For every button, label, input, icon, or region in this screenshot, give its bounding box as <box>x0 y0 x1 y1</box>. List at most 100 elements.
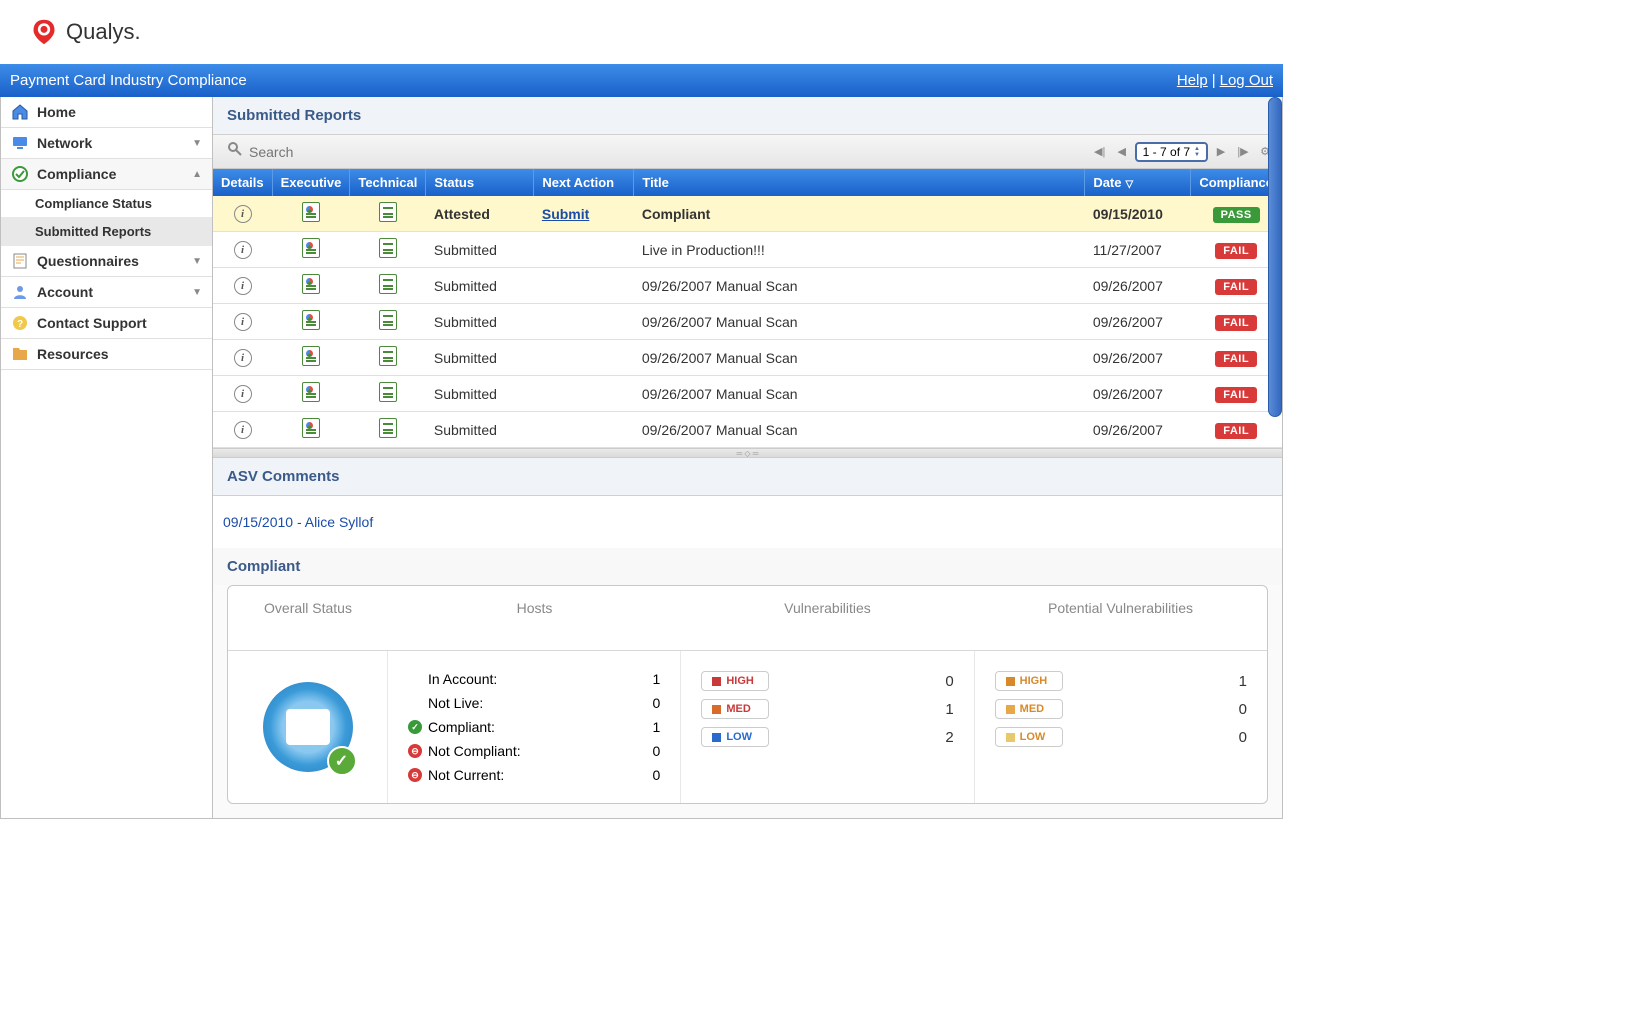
col-technical[interactable]: Technical <box>350 169 426 196</box>
executive-report-icon[interactable] <box>302 310 320 330</box>
section-title: Submitted Reports <box>213 97 1282 135</box>
pager-prev-button[interactable]: ◀ <box>1113 143 1131 161</box>
executive-report-icon[interactable] <box>302 418 320 438</box>
next-action-cell <box>534 304 634 340</box>
vuln-badge-med: MED <box>995 699 1063 719</box>
status-cell: Submitted <box>426 376 534 412</box>
technical-report-icon[interactable] <box>379 202 397 222</box>
table-row[interactable]: i Submitted Live in Production!!! 11/27/… <box>213 232 1282 268</box>
svg-text:?: ? <box>17 319 23 330</box>
col-executive[interactable]: Executive <box>272 169 350 196</box>
sidebar-item-compliance[interactable]: Compliance ▲ <box>1 159 212 190</box>
vuln-badge-high: HIGH <box>995 671 1063 691</box>
questionnaires-icon <box>11 252 29 270</box>
title-cell: 09/26/2007 Manual Scan <box>634 304 1085 340</box>
sidebar-item-submitted-reports[interactable]: Submitted Reports <box>1 218 212 246</box>
info-icon[interactable]: i <box>234 421 252 439</box>
search-input[interactable] <box>249 144 449 160</box>
title-cell: 09/26/2007 Manual Scan <box>634 340 1085 376</box>
vertical-scrollbar[interactable] <box>1268 97 1282 417</box>
pager-next-button[interactable]: ▶ <box>1212 143 1230 161</box>
chevron-down-icon: ▼ <box>192 256 202 267</box>
search-icon <box>227 141 243 162</box>
technical-report-icon[interactable] <box>379 382 397 402</box>
panel-header-hosts: Hosts <box>388 586 681 650</box>
logo-bar: Qualys. <box>0 0 1283 64</box>
table-row[interactable]: i Submitted 09/26/2007 Manual Scan 09/26… <box>213 340 1282 376</box>
status-ring-icon: ✓ <box>263 682 353 772</box>
page-title: Payment Card Industry Compliance <box>10 72 247 89</box>
sidebar-item-home[interactable]: Home <box>1 97 212 128</box>
host-row: In Account:1 <box>408 667 660 691</box>
table-row[interactable]: i Submitted 09/26/2007 Manual Scan 09/26… <box>213 304 1282 340</box>
col-next-action[interactable]: Next Action <box>534 169 634 196</box>
qualys-logo-icon <box>30 18 58 46</box>
col-details[interactable]: Details <box>213 169 272 196</box>
date-cell: 09/15/2010 <box>1085 196 1191 232</box>
executive-report-icon[interactable] <box>302 202 320 222</box>
executive-report-icon[interactable] <box>302 274 320 294</box>
compliance-badge: FAIL <box>1215 279 1257 295</box>
title-cell: 09/26/2007 Manual Scan <box>634 268 1085 304</box>
date-cell: 09/26/2007 <box>1085 304 1191 340</box>
info-icon[interactable]: i <box>234 385 252 403</box>
info-icon[interactable]: i <box>234 313 252 331</box>
status-cell: Submitted <box>426 304 534 340</box>
pager-last-button[interactable]: |▶ <box>1234 143 1252 161</box>
table-row[interactable]: i Attested Submit Compliant 09/15/2010 P… <box>213 196 1282 232</box>
vuln-row: MED0 <box>995 695 1247 723</box>
technical-report-icon[interactable] <box>379 418 397 438</box>
asv-comments-heading: ASV Comments <box>213 458 1282 496</box>
table-row[interactable]: i Submitted 09/26/2007 Manual Scan 09/26… <box>213 412 1282 448</box>
title-cell: 09/26/2007 Manual Scan <box>634 412 1085 448</box>
vuln-badge-high: HIGH <box>701 671 769 691</box>
chevron-down-icon: ▼ <box>192 138 202 149</box>
compliance-badge: FAIL <box>1215 387 1257 403</box>
overall-status-cell: ✓ <box>228 651 388 803</box>
pager-first-button[interactable]: ◀| <box>1091 143 1109 161</box>
date-cell: 09/26/2007 <box>1085 340 1191 376</box>
sidebar-item-account[interactable]: Account ▼ <box>1 277 212 308</box>
compliance-icon <box>11 165 29 183</box>
pager-range-select[interactable]: 1 - 7 of 7 ▲▼ <box>1135 142 1208 162</box>
technical-report-icon[interactable] <box>379 238 397 258</box>
table-row[interactable]: i Submitted 09/26/2007 Manual Scan 09/26… <box>213 376 1282 412</box>
compliant-heading: Compliant <box>213 548 1282 585</box>
technical-report-icon[interactable] <box>379 274 397 294</box>
info-icon[interactable]: i <box>234 277 252 295</box>
date-cell: 11/27/2007 <box>1085 232 1191 268</box>
resources-icon <box>11 345 29 363</box>
logout-link[interactable]: Log Out <box>1220 72 1273 89</box>
info-icon[interactable]: i <box>234 205 252 223</box>
deny-dot-icon: ⊖ <box>408 768 422 782</box>
info-icon[interactable]: i <box>234 241 252 259</box>
help-link[interactable]: Help <box>1177 72 1208 89</box>
sidebar-item-resources[interactable]: Resources <box>1 339 212 370</box>
technical-report-icon[interactable] <box>379 310 397 330</box>
vuln-badge-low: LOW <box>995 727 1063 747</box>
spinner-icon: ▲▼ <box>1194 146 1200 158</box>
col-title[interactable]: Title <box>634 169 1085 196</box>
next-action-cell: Submit <box>534 196 634 232</box>
vuln-badge-med: MED <box>701 699 769 719</box>
status-cell: Submitted <box>426 268 534 304</box>
compliance-badge: FAIL <box>1215 423 1257 439</box>
sidebar-item-compliance-status[interactable]: Compliance Status <box>1 190 212 218</box>
col-date[interactable]: Date▽ <box>1085 169 1191 196</box>
executive-report-icon[interactable] <box>302 382 320 402</box>
executive-report-icon[interactable] <box>302 238 320 258</box>
submit-link[interactable]: Submit <box>542 206 589 222</box>
executive-report-icon[interactable] <box>302 346 320 366</box>
col-status[interactable]: Status <box>426 169 534 196</box>
sidebar-item-questionnaires[interactable]: Questionnaires ▼ <box>1 246 212 277</box>
splitter-handle[interactable]: ═ ◇ ═ <box>213 448 1282 458</box>
host-row: ⊖Not Current:0 <box>408 763 660 787</box>
title-cell: 09/26/2007 Manual Scan <box>634 376 1085 412</box>
technical-report-icon[interactable] <box>379 346 397 366</box>
panel-header-potvulns: Potential Vulnerabilities <box>974 586 1267 650</box>
info-icon[interactable]: i <box>234 349 252 367</box>
sidebar-item-contact-support[interactable]: ? Contact Support <box>1 308 212 339</box>
sidebar-item-network[interactable]: Network ▼ <box>1 128 212 159</box>
table-row[interactable]: i Submitted 09/26/2007 Manual Scan 09/26… <box>213 268 1282 304</box>
hosts-cell: In Account:1Not Live:0✓Compliant:1⊖Not C… <box>388 651 681 803</box>
